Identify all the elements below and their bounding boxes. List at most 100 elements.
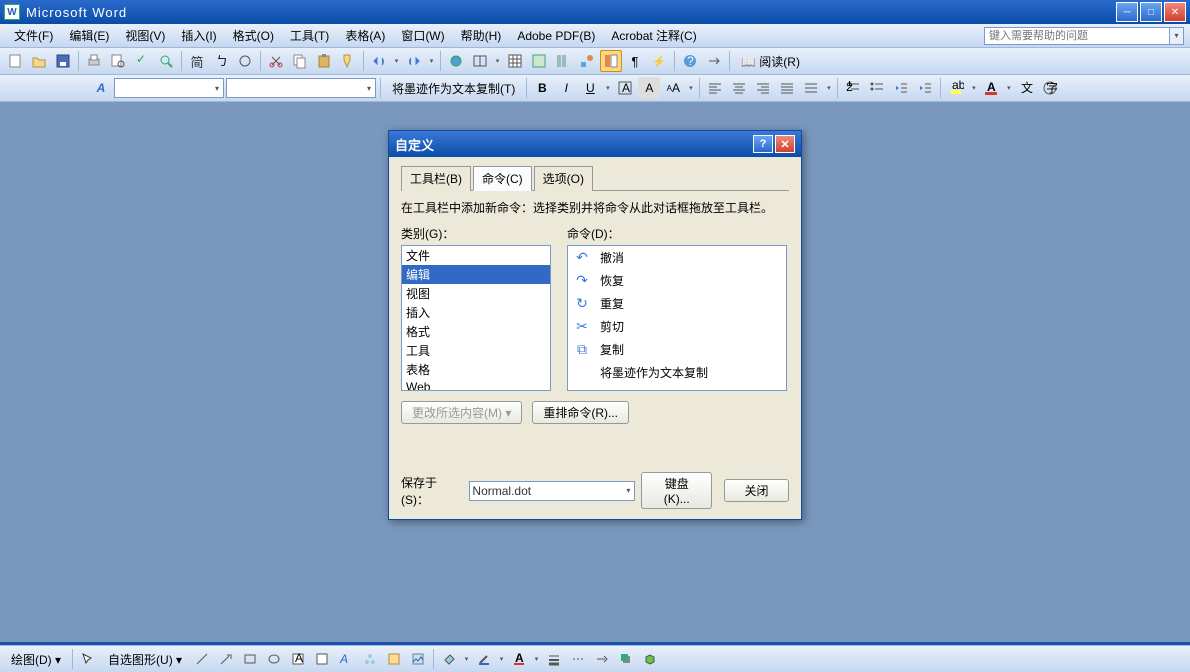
draw-menu[interactable]: 绘图(D) ▾ (4, 648, 68, 671)
columns-icon[interactable] (552, 50, 574, 72)
font-color-dropdown[interactable]: ▾ (1004, 84, 1013, 92)
save-icon[interactable] (52, 50, 74, 72)
list-item[interactable]: 编辑 (402, 265, 550, 284)
highlight-icon[interactable]: ab (945, 77, 967, 99)
keyboard-button[interactable]: 键盘(K)... (641, 472, 712, 509)
minimize-button[interactable]: ─ (1116, 2, 1138, 22)
cut-icon[interactable] (265, 50, 287, 72)
menu-edit[interactable]: 编辑(E) (61, 25, 117, 46)
font-color-icon[interactable]: A (980, 77, 1002, 99)
justify-icon[interactable] (776, 77, 798, 99)
line-color-dropdown[interactable]: ▾ (497, 655, 506, 663)
command-item[interactable]: ↷恢复 (568, 269, 786, 292)
direction-icon[interactable] (703, 50, 725, 72)
insert-worksheet-icon[interactable] (528, 50, 550, 72)
redo-dropdown[interactable]: ▾ (427, 57, 436, 65)
shadow-icon[interactable] (615, 648, 637, 670)
font-color-dropdown[interactable]: ▾ (532, 655, 541, 663)
command-item[interactable]: ↶撤消 (568, 246, 786, 269)
rearrange-commands-button[interactable]: 重排命令(R)... (532, 401, 629, 424)
menu-format[interactable]: 格式(O) (225, 25, 282, 46)
align-right-icon[interactable] (752, 77, 774, 99)
rectangle-icon[interactable] (239, 648, 261, 670)
char-scaling-icon[interactable]: AA (662, 77, 684, 99)
style-combo[interactable]: ▾ (114, 78, 224, 98)
tab-commands[interactable]: 命令(C) (473, 166, 532, 191)
menu-help[interactable]: 帮助(H) (453, 25, 510, 46)
bold-icon[interactable]: B (531, 77, 553, 99)
char-shading-icon[interactable]: A (638, 77, 660, 99)
open-icon[interactable] (28, 50, 50, 72)
align-center-icon[interactable] (728, 77, 750, 99)
textbox-icon[interactable]: A (287, 648, 309, 670)
redo-icon[interactable] (403, 50, 425, 72)
paste-icon[interactable] (313, 50, 335, 72)
list-item[interactable]: Web (402, 379, 550, 391)
dash-style-icon[interactable] (567, 648, 589, 670)
list-item[interactable]: 格式 (402, 322, 550, 341)
hyperlink-icon[interactable] (445, 50, 467, 72)
list-item[interactable]: 文件 (402, 246, 550, 265)
list-item[interactable]: 工具 (402, 341, 550, 360)
border-box-icon[interactable]: A (614, 77, 636, 99)
numbering-icon[interactable]: 12 (842, 77, 864, 99)
print-icon[interactable] (83, 50, 105, 72)
arrow-icon[interactable] (215, 648, 237, 670)
line-style-icon[interactable] (543, 648, 565, 670)
new-doc-icon[interactable] (4, 50, 26, 72)
help-icon[interactable]: ? (679, 50, 701, 72)
modify-selection-button[interactable]: 更改所选内容(M) ▾ (401, 401, 522, 424)
category-listbox[interactable]: 文件 编辑 视图 插入 格式 工具 表格 Web 窗口和帮助 绘图 自选图形 (401, 245, 551, 391)
command-item[interactable]: ⧉复制 (568, 338, 786, 361)
line-spacing-dropdown[interactable]: ▾ (824, 84, 833, 92)
insert-table-icon[interactable] (504, 50, 526, 72)
arrow-style-icon[interactable] (591, 648, 613, 670)
list-item[interactable]: 表格 (402, 360, 550, 379)
document-map-icon[interactable] (600, 50, 622, 72)
line-color-icon[interactable] (473, 648, 495, 670)
picture-icon[interactable] (407, 648, 429, 670)
tables-borders-icon[interactable] (469, 50, 491, 72)
tab-options[interactable]: 选项(O) (534, 166, 593, 191)
drawing-icon[interactable] (576, 50, 598, 72)
enclose-icon[interactable] (234, 50, 256, 72)
select-objects-icon[interactable] (77, 648, 99, 670)
styles-icon[interactable]: A (90, 77, 112, 99)
menu-adobe-pdf[interactable]: Adobe PDF(B) (509, 27, 603, 45)
highlight-dropdown[interactable]: ▾ (969, 84, 978, 92)
tables-dropdown[interactable]: ▾ (493, 57, 502, 65)
wordart-icon[interactable]: A (335, 648, 357, 670)
3d-icon[interactable] (639, 648, 661, 670)
close-dialog-button[interactable]: 关闭 (724, 479, 789, 502)
command-item[interactable]: ✂剪切 (568, 315, 786, 338)
spell-check-icon[interactable]: ✓ (131, 50, 153, 72)
copy-icon[interactable] (289, 50, 311, 72)
distribute-icon[interactable] (800, 77, 822, 99)
close-button[interactable]: ✕ (1164, 2, 1186, 22)
fill-dropdown[interactable]: ▾ (462, 655, 471, 663)
commands-listbox[interactable]: ↶撤消 ↷恢复 ↻重复 ✂剪切 ⧉复制 将墨迹作为文本复制 (567, 245, 787, 391)
undo-dropdown[interactable]: ▾ (392, 57, 401, 65)
fill-color-icon[interactable] (438, 648, 460, 670)
underline-dropdown[interactable]: ▾ (603, 84, 612, 92)
list-item[interactable]: 视图 (402, 284, 550, 303)
enclose-chars-icon[interactable]: 字 (1039, 77, 1061, 99)
underline-icon[interactable]: U (579, 77, 601, 99)
menu-view[interactable]: 视图(V) (117, 25, 173, 46)
maximize-button[interactable]: □ (1140, 2, 1162, 22)
ink-copy-button[interactable]: 将墨迹作为文本复制(T) (385, 77, 522, 100)
vertical-textbox-icon[interactable] (311, 648, 333, 670)
phonetic-icon[interactable]: ㄅ (210, 50, 232, 72)
menu-insert[interactable]: 插入(I) (173, 25, 224, 46)
list-item[interactable]: 插入 (402, 303, 550, 322)
format-painter-icon[interactable] (337, 50, 359, 72)
help-search-input[interactable] (984, 27, 1170, 45)
chinese-convert-icon[interactable]: 简 (186, 50, 208, 72)
menu-acrobat[interactable]: Acrobat 注释(C) (603, 25, 704, 46)
font-color-icon[interactable]: A (508, 648, 530, 670)
diagram-icon[interactable] (359, 648, 381, 670)
scaling-dropdown[interactable]: ▾ (686, 84, 695, 92)
align-left-icon[interactable] (704, 77, 726, 99)
italic-icon[interactable]: I (555, 77, 577, 99)
dialog-titlebar[interactable]: 自定义 ? ✕ (389, 131, 801, 157)
